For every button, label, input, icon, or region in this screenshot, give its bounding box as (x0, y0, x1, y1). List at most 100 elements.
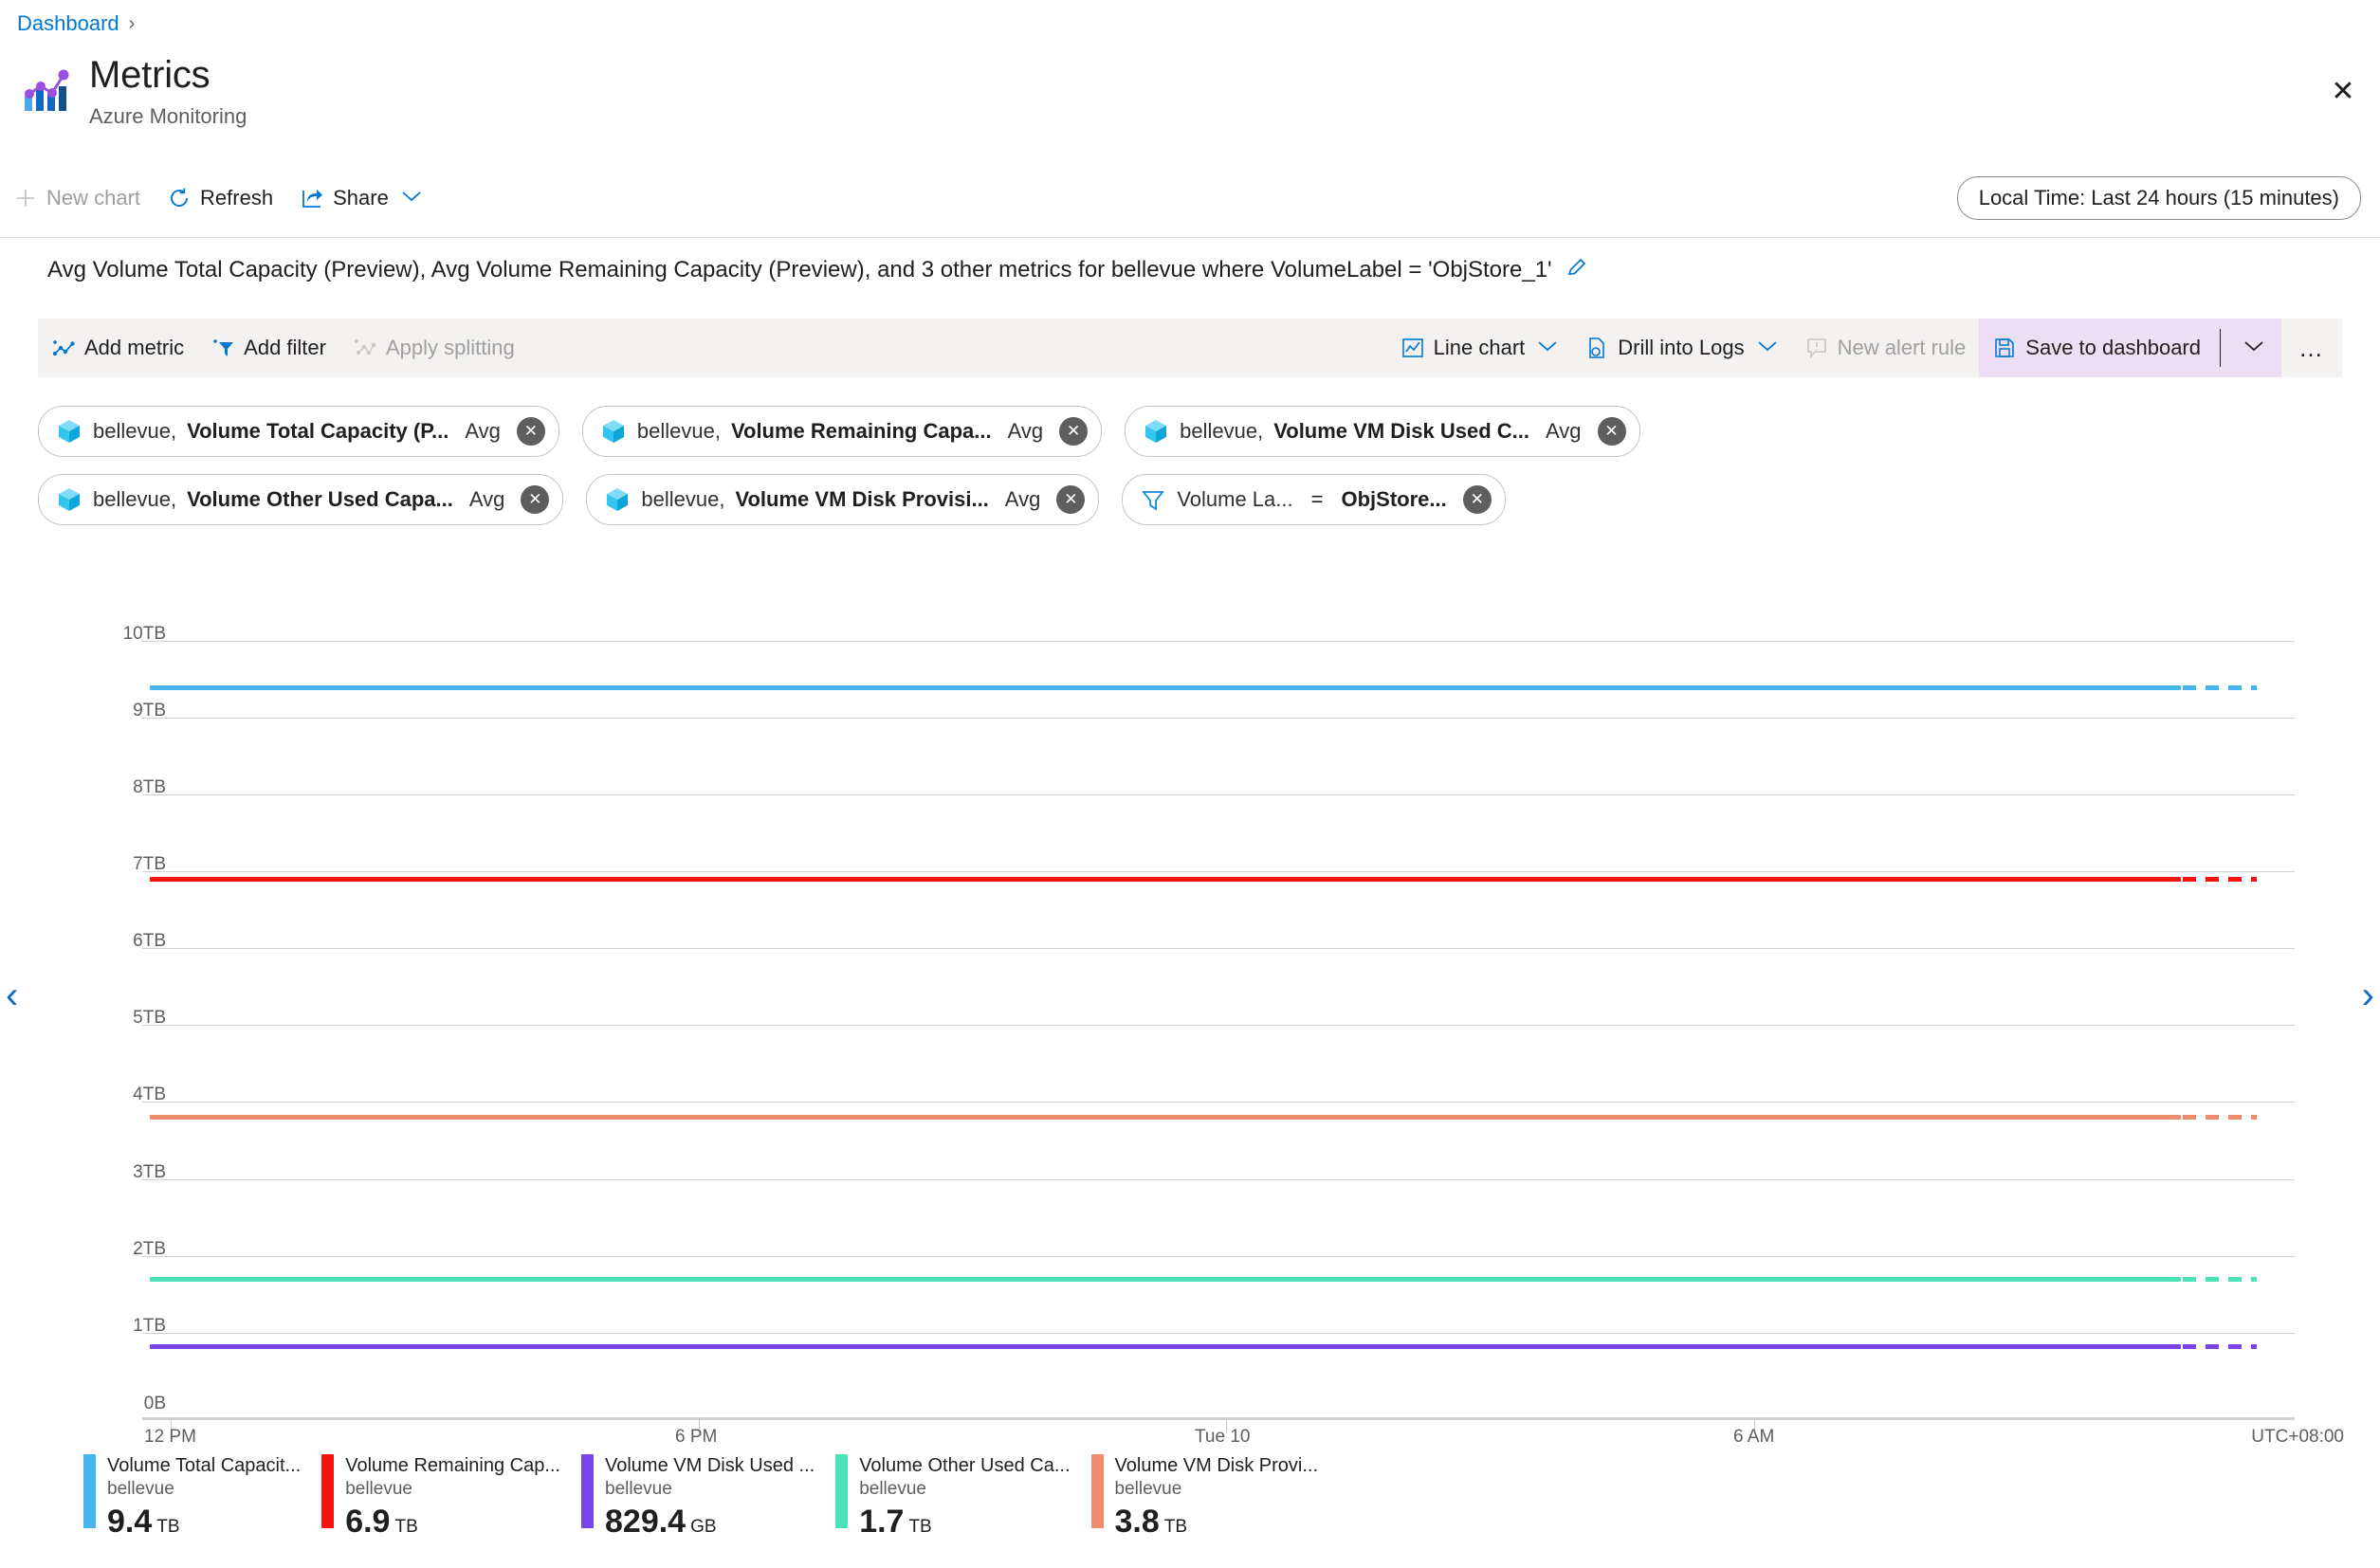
add-filter-icon (211, 336, 235, 360)
gridline (142, 641, 2295, 642)
legend-color-swatch (581, 1454, 594, 1528)
filter-operator: = (1310, 487, 1324, 511)
chart-type-button[interactable]: Line chart (1387, 325, 1572, 371)
legend-value: 829.4 (605, 1503, 687, 1540)
chip-metric: Volume VM Disk Provisi... (735, 487, 989, 511)
save-to-dashboard-label: Save to dashboard (2025, 336, 2201, 359)
previous-chart-icon[interactable]: ‹ (6, 976, 18, 1014)
drill-into-logs-button[interactable]: Drill into Logs (1571, 325, 1790, 371)
series-line-dashed-volume-remaining-capacity (2183, 877, 2257, 882)
series-line-volume-vm-disk-used (150, 1344, 2181, 1349)
timezone-label: UTC+08:00 (2251, 1427, 2344, 1447)
chevron-down-icon[interactable] (401, 190, 422, 207)
series-line-volume-total-capacity (150, 685, 2181, 690)
refresh-icon (167, 186, 192, 210)
x-axis-line (142, 1417, 2295, 1420)
chip-metric: Volume VM Disk Used C... (1273, 419, 1529, 443)
chip-aggregation: Avg (1004, 487, 1041, 511)
series-line-dashed-volume-vm-disk-provisioned (2183, 1115, 2257, 1120)
chip-remove-icon[interactable]: ✕ (1056, 485, 1086, 514)
x-axis-label: Tue 10 (1195, 1427, 1251, 1447)
chip-aggregation: Avg (465, 419, 501, 443)
legend-unit: GB (690, 1516, 717, 1537)
series-line-volume-remaining-capacity (150, 877, 2181, 882)
close-icon[interactable]: ✕ (2323, 72, 2363, 112)
header-divider (0, 237, 2380, 238)
chip-remove-icon[interactable]: ✕ (1462, 485, 1492, 514)
resource-cube-icon (56, 418, 82, 445)
alert-icon (1804, 336, 1829, 360)
chip-remove-icon[interactable]: ✕ (521, 485, 550, 514)
add-metric-icon (51, 336, 76, 360)
series-line-dashed-volume-other-used-capacity (2183, 1277, 2257, 1282)
chevron-down-icon[interactable] (1537, 339, 1558, 356)
gridline (142, 1025, 2295, 1026)
add-metric-button[interactable]: Add metric (38, 325, 197, 371)
metric-chip[interactable]: bellevue, Volume VM Disk Provisi... Avg … (586, 474, 1100, 525)
metric-chip[interactable]: bellevue, Volume Other Used Capa... Avg … (38, 474, 564, 525)
filter-chip[interactable]: Volume La... = ObjStore... ✕ (1122, 474, 1506, 525)
metric-chip[interactable]: bellevue, Volume Remaining Capa... Avg ✕ (581, 406, 1103, 457)
filter-dimension: Volume La... (1177, 487, 1293, 511)
chart-toolbar: Add metric Add filter Apply splitting Li… (38, 319, 2342, 377)
legend-series-name: Volume Remaining Cap... (345, 1455, 560, 1476)
legend-unit: TB (394, 1516, 418, 1537)
chart-title-row: Avg Volume Total Capacity (Preview), Avg… (47, 256, 1588, 284)
series-line-dashed-volume-total-capacity (2183, 685, 2257, 690)
new-alert-rule-label: New alert rule (1837, 336, 1967, 359)
edit-pencil-icon[interactable] (1565, 256, 1588, 284)
more-options-icon[interactable]: … (2281, 334, 2342, 363)
share-button[interactable]: Share (286, 177, 435, 219)
legend-resource: bellevue (107, 1479, 174, 1499)
metric-chip[interactable]: bellevue, Volume Total Capacity (P... Av… (38, 406, 559, 457)
next-chart-icon[interactable]: › (2362, 976, 2374, 1014)
chart-title: Avg Volume Total Capacity (Preview), Avg… (47, 257, 1552, 283)
breadcrumb-dashboard[interactable]: Dashboard (17, 11, 119, 36)
metrics-chart-icon (21, 64, 72, 116)
apply-splitting-label: Apply splitting (385, 336, 515, 359)
series-line-dashed-volume-vm-disk-used (2183, 1344, 2257, 1349)
add-filter-button[interactable]: Add filter (197, 325, 339, 371)
drill-into-logs-label: Drill into Logs (1618, 336, 1745, 359)
page-subtitle: Azure Monitoring (89, 104, 247, 128)
legend-item[interactable]: Volume VM Disk Used ... bellevue 829.4 GB (581, 1454, 815, 1541)
chip-remove-icon[interactable]: ✕ (516, 417, 545, 446)
resource-cube-icon (604, 486, 631, 513)
legend-item[interactable]: Volume Remaining Cap... bellevue 6.9 TB (321, 1454, 560, 1541)
filter-value: ObjStore... (1341, 487, 1447, 511)
new-chart-button[interactable]: New chart (0, 177, 154, 219)
save-chevron-down-icon[interactable] (2230, 339, 2278, 356)
chip-metric: Volume Other Used Capa... (187, 487, 453, 511)
chip-metric: Volume Remaining Capa... (730, 419, 992, 443)
share-label: Share (333, 186, 389, 210)
metric-chip-row-1: bellevue, Volume Total Capacity (P... Av… (38, 406, 1640, 457)
legend-resource: bellevue (1114, 1479, 1182, 1499)
apply-splitting-icon (353, 336, 377, 360)
line-chart-icon (1401, 336, 1425, 360)
page-title-block: Metrics Azure Monitoring (21, 55, 247, 129)
legend-unit: TB (1163, 1516, 1188, 1537)
legend-item[interactable]: Volume Other Used Ca... bellevue 1.7 TB (835, 1454, 1071, 1541)
save-to-dashboard-button[interactable]: Save to dashboard (1979, 325, 2214, 371)
chip-resource: bellevue, (641, 487, 725, 511)
chip-aggregation: Avg (1546, 419, 1582, 443)
x-axis-label: 12 PM (144, 1427, 196, 1447)
gridline (142, 1179, 2295, 1180)
chip-remove-icon[interactable]: ✕ (1059, 417, 1089, 446)
gridline (142, 871, 2295, 872)
refresh-button[interactable]: Refresh (154, 177, 286, 219)
legend-item[interactable]: Volume VM Disk Provi... bellevue 3.8 TB (1090, 1454, 1318, 1541)
legend-value: 9.4 (107, 1503, 153, 1540)
chip-resource: bellevue, (93, 487, 177, 511)
x-axis-label: 6 AM (1733, 1427, 1775, 1447)
page-title: Metrics (89, 54, 211, 96)
new-alert-rule-button: New alert rule (1791, 325, 1980, 371)
chevron-down-icon[interactable] (1757, 339, 1778, 356)
legend-item[interactable]: Volume Total Capacit... bellevue 9.4 TB (83, 1454, 301, 1541)
refresh-label: Refresh (200, 186, 274, 210)
time-range-picker[interactable]: Local Time: Last 24 hours (15 minutes) (1956, 176, 2361, 220)
new-chart-label: New chart (46, 186, 141, 210)
legend-color-swatch (835, 1454, 849, 1528)
metric-chip[interactable]: bellevue, Volume VM Disk Used C... Avg ✕ (1125, 406, 1640, 457)
chip-remove-icon[interactable]: ✕ (1597, 417, 1626, 446)
